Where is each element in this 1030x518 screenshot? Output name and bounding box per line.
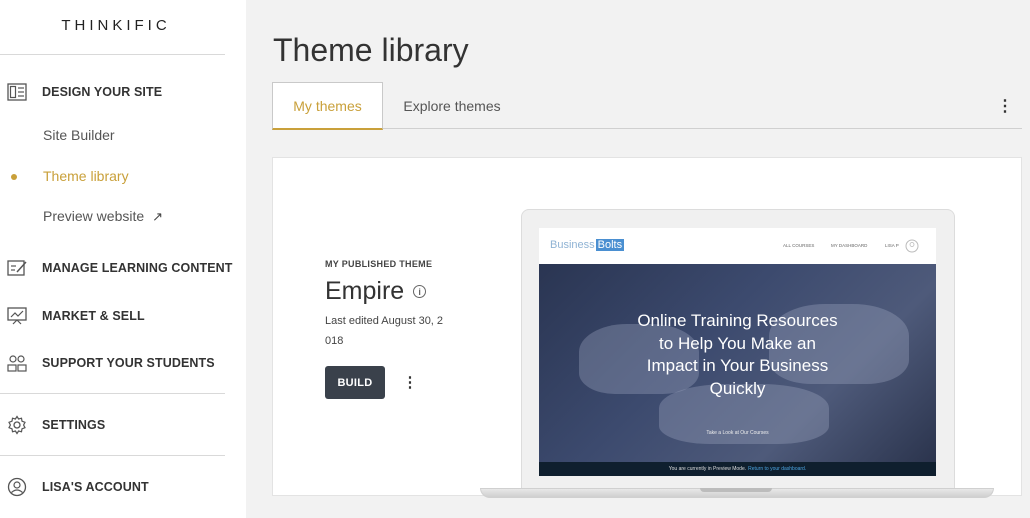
external-link-icon: ↗ [152, 209, 164, 224]
active-indicator-dot [11, 174, 17, 180]
preview-logo-part2: Bolts [595, 239, 625, 251]
preview-hero-heading: Online Training Resources to Help You Ma… [637, 311, 838, 398]
students-icon [6, 353, 28, 373]
nav-support-students[interactable]: SUPPORT YOUR STUDENTS [6, 353, 215, 373]
preview-mode-text: You are currently in Preview Mode. [668, 466, 747, 472]
last-edited-text: Last edited August 30, 2018 [325, 315, 444, 347]
preview-avatar-icon [905, 239, 919, 253]
divider [0, 54, 225, 55]
published-theme-label: MY PUBLISHED THEME [325, 259, 433, 269]
divider [0, 455, 225, 456]
build-button[interactable]: BUILD [325, 366, 385, 399]
page-title: Theme library [273, 32, 469, 68]
preview-hero-subtext: Take a Look at Our Courses [706, 430, 769, 436]
more-options-icon[interactable]: ⋮ [997, 96, 1013, 116]
laptop-notch [700, 488, 772, 492]
nav-market-sell[interactable]: MARKET & SELL [6, 306, 145, 326]
nav-account-label: LISA'S ACCOUNT [42, 480, 149, 494]
nav-market-label: MARKET & SELL [42, 309, 145, 323]
nav-settings-label: SETTINGS [42, 418, 106, 432]
preview-logo-part1: Business [550, 239, 595, 251]
info-icon[interactable]: i [413, 285, 427, 298]
divider [0, 393, 225, 394]
nav-design-label: DESIGN YOUR SITE [42, 85, 163, 99]
preview-dashboard-link[interactable]: Return to your dashboard. [748, 466, 806, 472]
presentation-chart-icon [6, 306, 28, 326]
nav-theme-library[interactable]: Theme library [43, 168, 129, 184]
theme-more-options-icon[interactable]: ⋮ [402, 372, 418, 392]
nav-manage-learning-content[interactable]: MANAGE LEARNING CONTENT [6, 258, 233, 278]
theme-name: Empire i [325, 277, 427, 306]
sidebar: THINKIFIC DESIGN YOUR SITE Site Builder … [0, 0, 246, 518]
nav-preview-website[interactable]: Preview website ↗ [43, 208, 163, 225]
nav-account[interactable]: LISA'S ACCOUNT [6, 477, 149, 497]
nav-settings[interactable]: SETTINGS [6, 415, 105, 435]
nav-support-label: SUPPORT YOUR STUDENTS [42, 356, 215, 370]
nav-site-builder[interactable]: Site Builder [43, 127, 115, 143]
preview-nav-dashboard: MY DASHBOARD [831, 243, 868, 248]
user-circle-icon [6, 477, 28, 497]
nav-design-your-site[interactable]: DESIGN YOUR SITE [6, 82, 162, 102]
preview-mode-bar: You are currently in Preview Mode. Return… [539, 462, 936, 476]
preview-hero: Online Training Resources to Help You Ma… [539, 264, 936, 462]
layout-icon [6, 82, 28, 102]
edit-list-icon [6, 258, 28, 278]
preview-nav-user: LISA P [885, 243, 899, 248]
tab-my-themes[interactable]: My themes [272, 82, 383, 130]
thinkific-logo[interactable]: THINKIFIC [0, 17, 232, 34]
theme-preview[interactable]: Business Bolts ALL COURSES MY DASHBOARD L… [539, 228, 936, 476]
preview-logo: Business Bolts [550, 239, 625, 251]
theme-name-text: Empire [325, 277, 405, 305]
tabs-divider [272, 128, 1022, 129]
nav-manage-label: MANAGE LEARNING CONTENT [42, 261, 233, 275]
gear-icon [6, 415, 28, 435]
preview-header: Business Bolts ALL COURSES MY DASHBOARD L… [539, 228, 936, 264]
preview-nav-all-courses: ALL COURSES [783, 243, 815, 248]
nav-preview-label: Preview website [43, 208, 145, 224]
tab-explore-themes[interactable]: Explore themes [390, 82, 514, 130]
